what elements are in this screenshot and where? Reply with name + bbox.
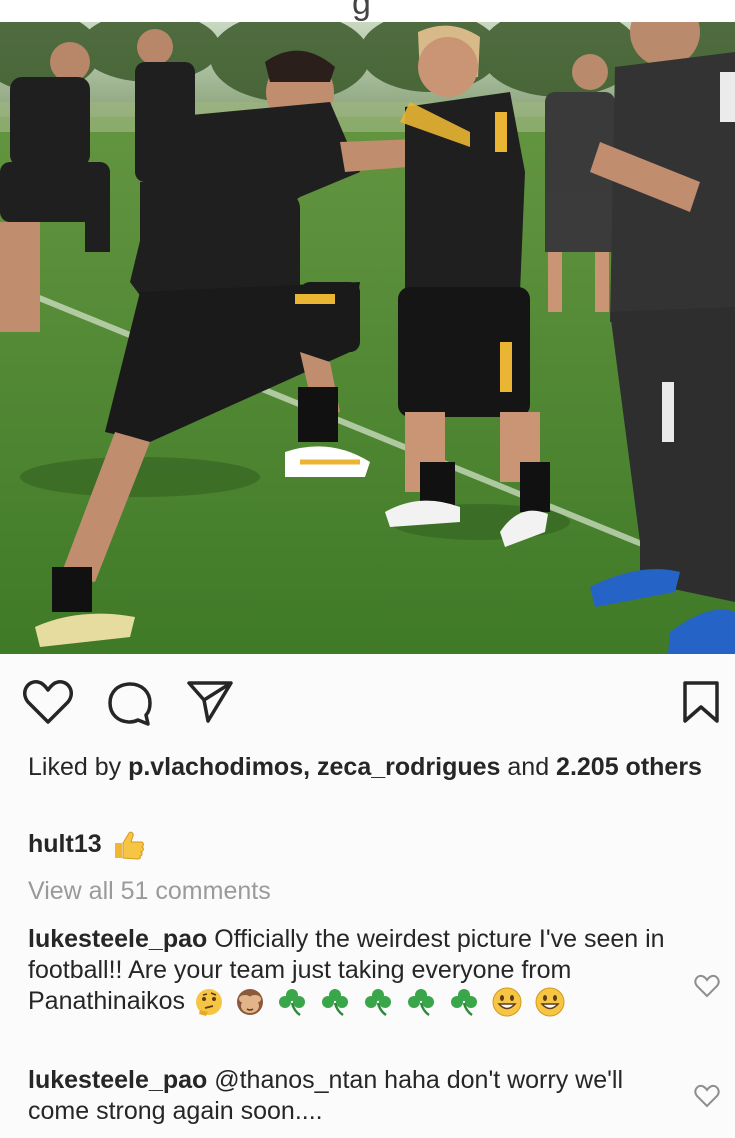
likes-prefix: Liked by [28,753,129,781]
comment-bubble-icon[interactable] [106,680,154,728]
grinning-face-emoji [535,987,565,1017]
shamrock-emoji [407,989,434,1017]
paper-plane-icon[interactable] [186,680,234,724]
bookmark-icon[interactable] [682,680,720,724]
likes-separator: , [303,753,318,781]
comment-username[interactable]: lukesteele_pao [28,925,207,953]
header-title-fragment: g [352,0,371,22]
shamrock-emoji [321,989,348,1017]
post-actions [0,654,735,744]
comment-1: lukesteele_pao Officially the weirdest p… [28,924,688,1018]
shamrock-emoji [450,989,477,1017]
thumbs-up-emoji [114,832,144,860]
comment-username[interactable]: lukesteele_pao [28,1066,207,1094]
likes-count-link[interactable]: 2.205 others [556,753,702,781]
liker-link-1[interactable]: p.vlachodimos [128,753,303,781]
grinning-face-emoji [492,987,522,1017]
shamrock-emoji [364,989,391,1017]
thinking-face-emoji [196,989,223,1017]
caption: hult13 [28,829,147,860]
top-bar: g [0,0,735,22]
comment-like-heart-icon[interactable] [694,1084,720,1108]
view-all-comments-link[interactable]: View all 51 comments [28,876,271,907]
comment-like-heart-icon[interactable] [694,974,720,998]
comment-emojis [192,987,568,1017]
heart-icon[interactable] [22,678,74,726]
likes-middle: and [500,753,557,781]
comment-2: lukesteele_pao @thanos_ntan haha don't w… [28,1065,688,1127]
shamrock-emoji [278,989,305,1017]
post-photo[interactable] [0,22,735,654]
see-no-evil-monkey-emoji [236,989,263,1016]
liker-link-2[interactable]: zeca_rodrigues [317,753,500,781]
likes-summary: Liked by p.vlachodimos, zeca_rodrigues a… [28,752,718,783]
caption-username[interactable]: hult13 [28,830,102,858]
